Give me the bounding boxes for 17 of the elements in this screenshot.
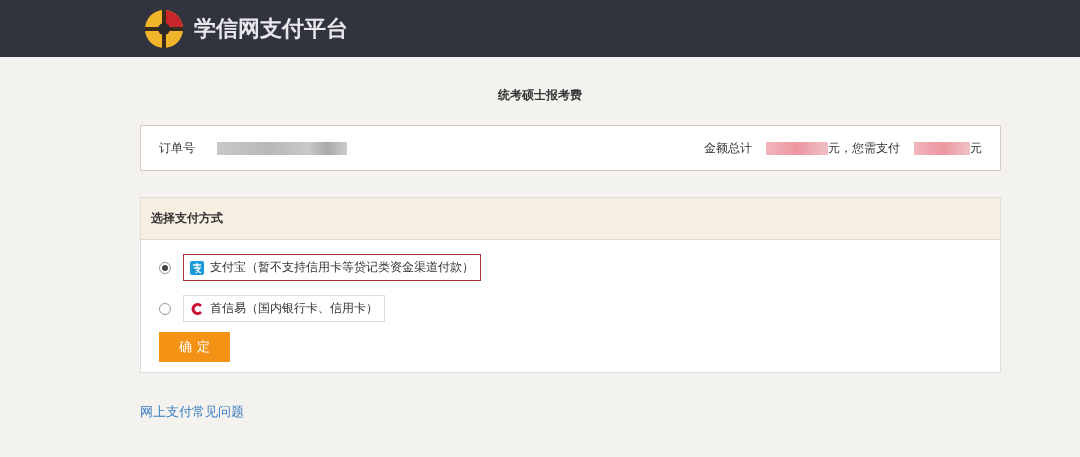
logo-icon — [144, 8, 184, 49]
payment-logo-icon — [190, 260, 204, 275]
redacted-value — [766, 141, 828, 155]
site-title: 学信网支付平台 — [194, 14, 348, 43]
total-label: 金额总计 — [704, 139, 752, 157]
payment-option[interactable]: 支付宝（暂不支持信用卡等贷记类资金渠道付款） — [183, 254, 481, 281]
faq-link[interactable]: 网上支付常见问题 — [140, 403, 244, 421]
panel-title: 选择支付方式 — [141, 198, 1000, 240]
redacted-value — [914, 141, 970, 155]
order-label: 订单号 — [159, 139, 195, 157]
page-title: 统考硕士报考费 — [497, 87, 583, 104]
payment-option[interactable]: 首信易（国内银行卡、信用卡） — [183, 295, 385, 322]
radio-button[interactable] — [159, 261, 171, 274]
pay-label: 元，您需支付 — [828, 139, 900, 157]
radio-button[interactable] — [159, 302, 171, 315]
unit-label: 元 — [970, 139, 982, 157]
payment-logo-icon — [190, 301, 204, 316]
